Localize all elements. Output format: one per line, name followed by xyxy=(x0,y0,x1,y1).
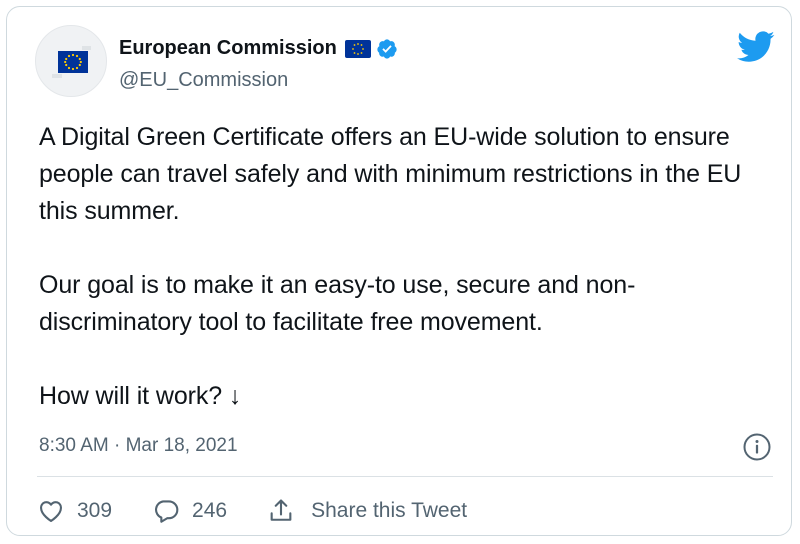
avatar[interactable] xyxy=(35,25,107,97)
eu-flag-icon xyxy=(344,39,371,58)
tweet-text: A Digital Green Certificate offers an EU… xyxy=(39,119,779,415)
reply-count: 246 xyxy=(192,499,228,522)
tweet-timestamp[interactable]: 8:30 AM · Mar 18, 2021 xyxy=(39,435,238,457)
verified-badge-icon xyxy=(377,38,397,59)
author-handle[interactable]: @EU_Commission xyxy=(119,69,288,92)
like-button[interactable]: 309 xyxy=(37,497,112,525)
reply-button[interactable]: 246 xyxy=(152,497,227,525)
tweet-paragraph: Our goal is to make it an easy-to use, s… xyxy=(39,271,636,336)
tweet-time: 8:30 AM xyxy=(39,435,109,456)
divider xyxy=(37,476,773,477)
share-button[interactable]: Share this Tweet xyxy=(267,497,467,525)
share-label: Share this Tweet xyxy=(311,499,468,522)
heart-icon xyxy=(40,501,62,522)
tweet-card: European Commission @EU_Commission A Dig… xyxy=(6,6,792,536)
info-icon[interactable] xyxy=(742,432,772,462)
twitter-bird-icon[interactable] xyxy=(737,31,775,63)
tweet-paragraph: How will it work? ↓ xyxy=(39,382,242,410)
timestamp-separator: · xyxy=(108,435,126,456)
author-name[interactable]: European Commission xyxy=(119,37,337,60)
like-count: 309 xyxy=(77,499,113,522)
tweet-paragraph: A Digital Green Certificate offers an EU… xyxy=(39,123,742,225)
action-bar: 309 246 Share this Tweet xyxy=(37,493,467,529)
eu-flag-icon xyxy=(52,46,91,78)
tweet-date: Mar 18, 2021 xyxy=(125,435,238,456)
author-name-row: European Commission xyxy=(119,37,398,60)
reply-bubble-icon xyxy=(155,500,179,523)
share-icon xyxy=(270,499,292,521)
